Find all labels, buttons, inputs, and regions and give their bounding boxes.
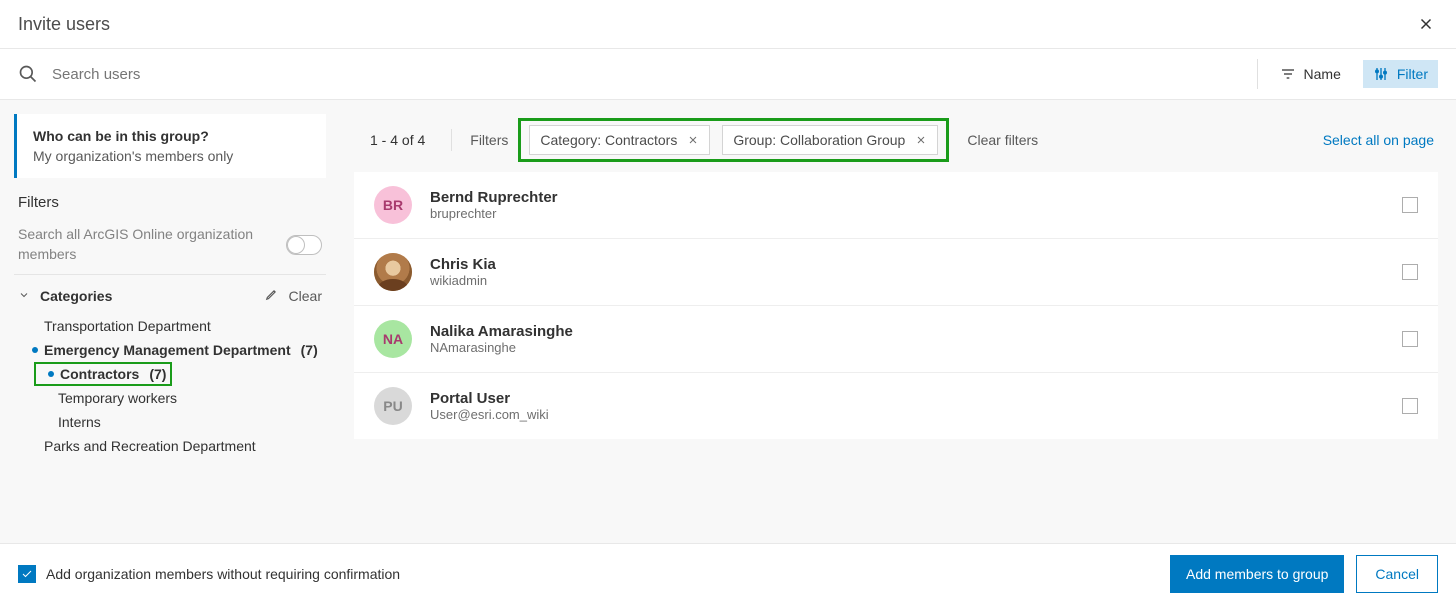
categories-title: Categories — [40, 288, 255, 304]
sort-label: Name — [1304, 66, 1341, 82]
category-item[interactable]: Contractors (7) — [34, 362, 172, 386]
edit-categories-button[interactable] — [265, 287, 279, 304]
category-label: Contractors — [60, 366, 139, 382]
sort-icon — [1280, 66, 1296, 82]
category-item[interactable]: Parks and Recreation Department — [32, 434, 326, 458]
org-search-toggle[interactable] — [286, 235, 322, 255]
chip-label: Category: Contractors — [540, 132, 677, 148]
user-username: wikiadmin — [430, 273, 496, 288]
chevron-down-icon[interactable] — [18, 288, 30, 304]
active-filter-chips-highlight: Category: Contractors Group: Collaboratio… — [518, 118, 949, 162]
category-item[interactable]: Temporary workers — [32, 386, 326, 410]
filter-chip[interactable]: Category: Contractors — [529, 125, 710, 155]
toggle-label: Search all ArcGIS Online organization me… — [18, 225, 258, 264]
clear-categories-button[interactable]: Clear — [289, 288, 322, 304]
add-without-confirmation-checkbox[interactable]: Add organization members without requiri… — [18, 565, 400, 583]
user-name: Bernd Ruprechter — [430, 189, 558, 206]
info-card: Who can be in this group? My organizatio… — [14, 114, 326, 178]
user-username: User@esri.com_wiki — [430, 407, 549, 422]
avatar: NA — [374, 320, 412, 358]
check-icon — [21, 568, 33, 580]
user-checkbox[interactable] — [1402, 331, 1418, 347]
category-label: Parks and Recreation Department — [44, 438, 256, 454]
user-checkbox[interactable] — [1402, 398, 1418, 414]
user-username: bruprechter — [430, 206, 558, 221]
selected-dot-icon — [32, 347, 38, 353]
user-name: Portal User — [430, 390, 549, 407]
close-button[interactable] — [1414, 12, 1438, 36]
chip-remove-icon[interactable] — [687, 134, 699, 146]
user-row[interactable]: NA Nalika AmarasingheNAmarasinghe — [354, 306, 1438, 373]
search-icon — [18, 64, 38, 84]
avatar: BR — [374, 186, 412, 224]
category-count: (7) — [301, 342, 318, 358]
chip-remove-icon[interactable] — [915, 134, 927, 146]
filters-heading: Filters — [14, 178, 326, 221]
category-item[interactable]: Interns — [32, 410, 326, 434]
dialog-title: Invite users — [18, 14, 110, 35]
user-name: Nalika Amarasinghe — [430, 323, 573, 340]
main-content: 1 - 4 of 4 Filters Category: Contractors… — [340, 100, 1456, 544]
filters-label: Filters — [470, 132, 508, 148]
avatar: PU — [374, 387, 412, 425]
search-input[interactable] — [52, 66, 1257, 83]
header-divider — [451, 129, 452, 151]
close-icon — [1417, 15, 1435, 33]
user-row[interactable]: Chris Kiawikiadmin — [354, 239, 1438, 306]
info-answer: My organization's members only — [33, 148, 310, 164]
filter-icon — [1373, 66, 1389, 82]
category-count: (7) — [149, 366, 166, 382]
user-row[interactable]: PU Portal UserUser@esri.com_wiki — [354, 373, 1438, 439]
user-checkbox[interactable] — [1402, 197, 1418, 213]
category-label: Interns — [58, 414, 101, 430]
info-question: Who can be in this group? — [33, 128, 310, 144]
avatar — [374, 253, 412, 291]
category-label: Transportation Department — [44, 318, 211, 334]
select-all-button[interactable]: Select all on page — [1323, 132, 1434, 148]
user-name: Chris Kia — [430, 256, 496, 273]
category-label: Emergency Management Department — [44, 342, 291, 358]
result-range: 1 - 4 of 4 — [370, 132, 425, 148]
cancel-button[interactable]: Cancel — [1356, 555, 1438, 593]
user-row[interactable]: BR Bernd Ruprechterbruprechter — [354, 172, 1438, 239]
selected-dot-icon — [48, 371, 54, 377]
category-item[interactable]: Emergency Management Department (7) — [32, 338, 326, 362]
category-item[interactable]: Transportation Department — [32, 314, 326, 338]
add-members-button[interactable]: Add members to group — [1170, 555, 1344, 593]
clear-filters-button[interactable]: Clear filters — [967, 132, 1038, 148]
user-checkbox[interactable] — [1402, 264, 1418, 280]
toolbar-divider — [1257, 59, 1258, 89]
chip-label: Group: Collaboration Group — [733, 132, 905, 148]
filter-chip[interactable]: Group: Collaboration Group — [722, 125, 938, 155]
filter-label: Filter — [1397, 66, 1428, 82]
sort-name-button[interactable]: Name — [1270, 60, 1351, 88]
category-label: Temporary workers — [58, 390, 177, 406]
filter-button[interactable]: Filter — [1363, 60, 1438, 88]
user-username: NAmarasinghe — [430, 340, 573, 355]
sidebar: Who can be in this group? My organizatio… — [0, 100, 340, 544]
checkbox-label: Add organization members without requiri… — [46, 566, 400, 582]
